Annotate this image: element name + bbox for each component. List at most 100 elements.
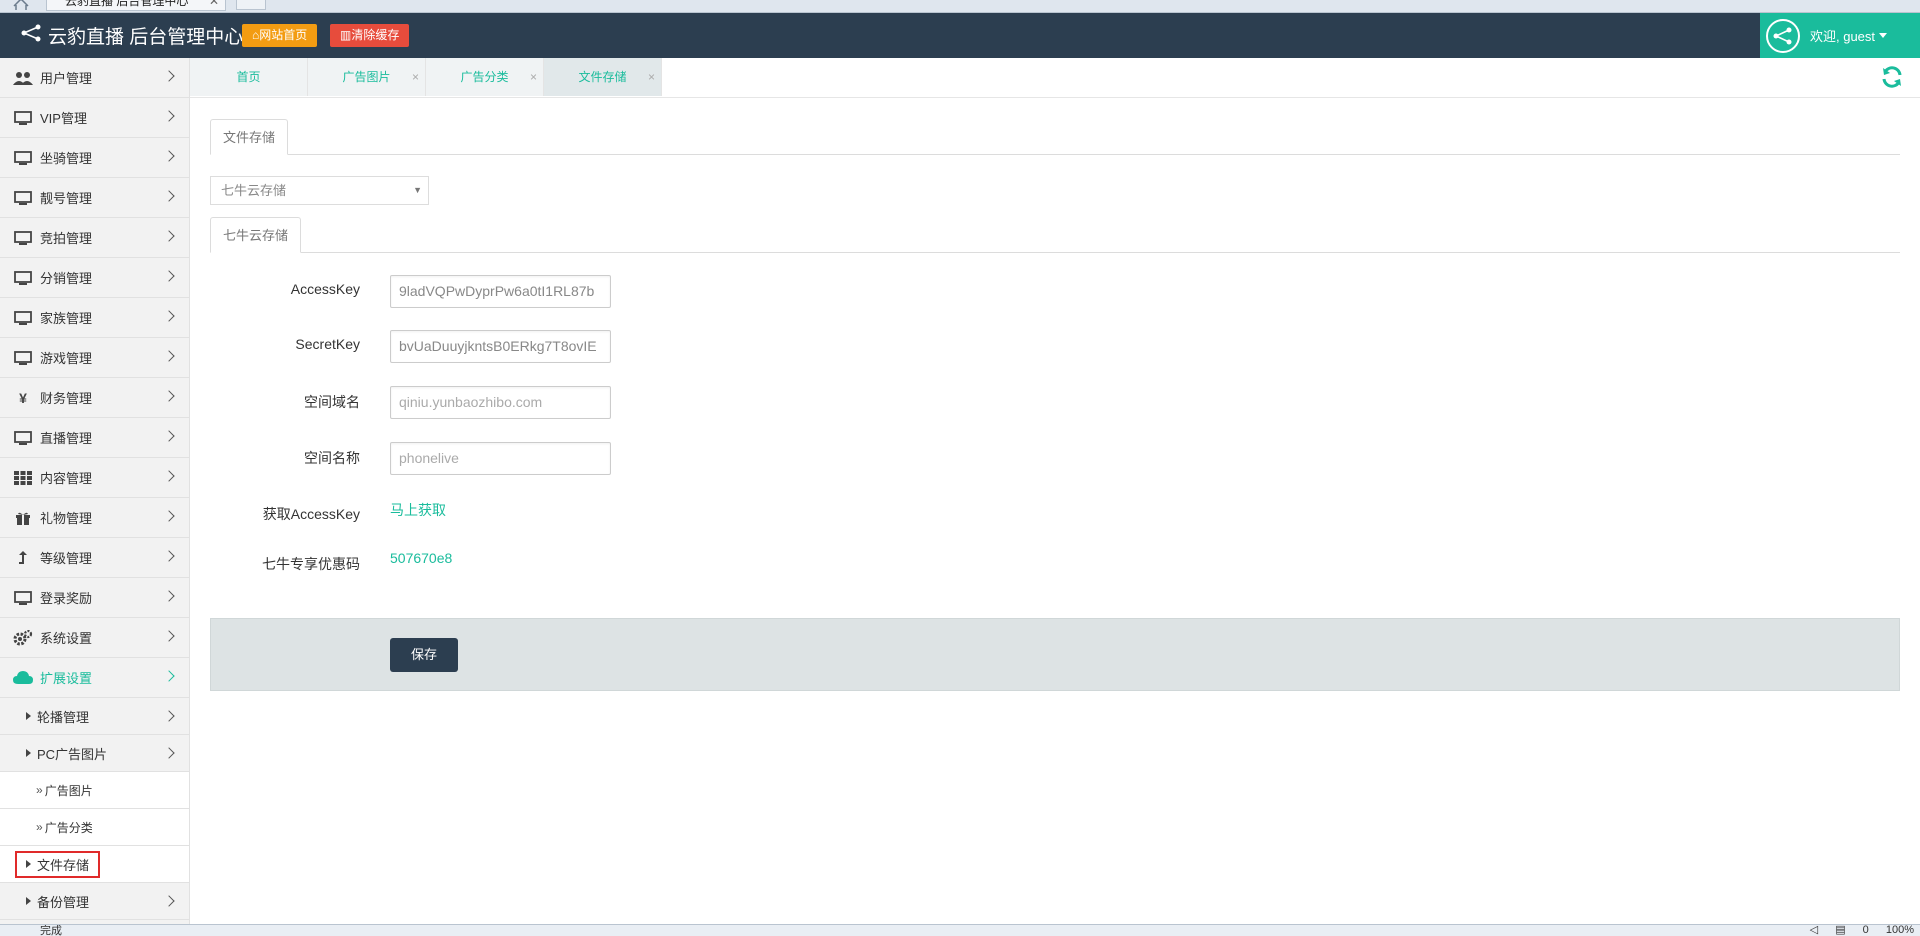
sidebar-item-extensions[interactable]: 扩展设置 [0, 658, 189, 698]
tab-label: 七牛云存储 [223, 228, 289, 243]
tab-label: 首页 [236, 70, 261, 84]
outer-tab-strip: 文件存储 [210, 118, 1900, 155]
sidebar-item-label: 礼物管理 [40, 511, 93, 526]
tab-file-storage[interactable]: 文件存储 × [544, 58, 662, 96]
caret-down-icon: ▼ [413, 185, 422, 195]
sidebar-item-levels[interactable]: 等级管理 [0, 538, 189, 578]
sidebar-subitem-pc-ads[interactable]: PC广告图片 [0, 735, 189, 772]
save-button[interactable]: 保存 [390, 638, 458, 672]
zoom-level[interactable]: 100% [1886, 925, 1914, 936]
double-chevron-icon: » [36, 783, 43, 797]
brand-title: 云豹直播 后台管理中心 [48, 27, 244, 48]
sidebar-item-system[interactable]: 系统设置 [0, 618, 189, 658]
close-icon[interactable]: × [412, 58, 419, 96]
sidebar-subitem-label: 备份管理 [37, 894, 90, 910]
sidebar-item-label: 系统设置 [40, 631, 93, 646]
monitor-icon [12, 190, 34, 205]
monitor-icon [12, 270, 34, 285]
sidebar-subitem-file-storage[interactable]: 文件存储 [0, 846, 189, 883]
sidebar-item-content[interactable]: 内容管理 [0, 458, 189, 498]
status-right: ◁ ▤ 0 100% [1796, 925, 1914, 936]
tab-file-storage-panel[interactable]: 文件存储 [210, 119, 289, 155]
highlight-box [15, 851, 100, 878]
chevron-right-icon [163, 590, 175, 602]
welcome-text: 欢迎, guest [1810, 29, 1876, 44]
tab-qiniu[interactable]: 七牛云存储 [210, 217, 302, 253]
tab-ad-images[interactable]: 广告图片 × [308, 58, 426, 96]
close-icon[interactable]: × [530, 58, 537, 96]
tab-label: 文件存储 [223, 130, 276, 145]
monitor-icon [12, 350, 34, 365]
sidebar-subitem-label: 广告分类 [44, 820, 93, 835]
access-key-input[interactable]: 9ladVQPwDyprPw6a0tI1RL87b [390, 275, 611, 308]
browser-tab[interactable]: 云豹直播 后台管理中心 ✕ [46, 0, 226, 11]
home-icon[interactable] [12, 0, 30, 10]
tab-home[interactable]: 首页 [190, 58, 308, 96]
sidebar-item-games[interactable]: 游戏管理 [0, 338, 189, 378]
sidebar-item-distribution[interactable]: 分销管理 [0, 258, 189, 298]
sidebar-item-users[interactable]: 用户管理 [0, 58, 189, 98]
chevron-right-icon [163, 390, 175, 402]
chevron-right-icon [163, 630, 175, 642]
printer-icon[interactable]: ▤ [1835, 925, 1845, 936]
chevron-right-icon [163, 430, 175, 442]
promo-label: 七牛专享优惠码 [262, 556, 360, 572]
sidebar-item-pretty-number[interactable]: 靓号管理 [0, 178, 189, 218]
chevron-right-icon [163, 710, 175, 722]
bucket-input[interactable]: phonelive [390, 442, 611, 475]
chevron-right-icon [163, 150, 175, 162]
sidebar-subitem-ad-categories[interactable]: » 广告分类 [0, 809, 189, 846]
users-icon [12, 71, 34, 85]
chevron-right-icon [163, 895, 175, 907]
sidebar-subitem-label: PC广告图片 [37, 746, 108, 762]
sidebar-subitem-label: 轮播管理 [37, 709, 90, 725]
sidebar-item-vip[interactable]: VIP管理 [0, 98, 189, 138]
sidebar-item-gifts[interactable]: 礼物管理 [0, 498, 189, 538]
cloud-icon [12, 671, 34, 684]
get-key-link[interactable]: 马上获取 [390, 500, 446, 520]
monitor-icon [12, 230, 34, 245]
sidebar-item-finance[interactable]: ¥ 财务管理 [0, 378, 189, 418]
chevron-right-icon [163, 747, 175, 759]
sidebar-item-family[interactable]: 家族管理 [0, 298, 189, 338]
tab-label: 广告分类 [460, 70, 509, 84]
sidebar-item-label: 登录奖励 [40, 591, 93, 606]
sidebar: 用户管理 VIP管理 坐骑管理 靓号管理 竞拍管理 分销管理 家族管理 游戏管理… [0, 58, 190, 924]
sidebar-item-mounts[interactable]: 坐骑管理 [0, 138, 189, 178]
chevron-right-icon [163, 190, 175, 202]
sidebar-subitem-backup[interactable]: 备份管理 [0, 883, 189, 920]
refresh-icon[interactable] [1880, 65, 1904, 92]
sidebar-subitem-carousel[interactable]: 轮播管理 [0, 698, 189, 735]
new-tab-button[interactable] [236, 0, 266, 10]
sidebar-subitem-label: 广告图片 [44, 783, 93, 798]
speaker-icon[interactable]: ◁ [1810, 925, 1818, 936]
sidebar-subitem-ad-images[interactable]: » 广告图片 [0, 772, 189, 809]
domain-input[interactable]: qiniu.yunbaozhibo.com [390, 386, 611, 419]
brand[interactable]: 云豹直播 后台管理中心 [20, 13, 243, 58]
chevron-right-icon [163, 350, 175, 362]
chevron-right-icon [163, 270, 175, 282]
user-menu[interactable]: 欢迎, guest [1760, 13, 1920, 58]
browser-tab-title: 云豹直播 后台管理中心 [65, 0, 189, 8]
sidebar-item-live[interactable]: 直播管理 [0, 418, 189, 458]
sidebar-item-label: VIP管理 [40, 111, 87, 126]
monitor-icon [12, 310, 34, 325]
chevron-right-icon [163, 310, 175, 322]
secret-key-input[interactable]: bvUaDuuyjkntsB0ERkg7T8ovIE [390, 330, 611, 363]
browser-tab-strip: 云豹直播 后台管理中心 ✕ [0, 0, 1920, 13]
chevron-right-icon [163, 510, 175, 522]
tab-label: 广告图片 [342, 70, 391, 84]
level-up-icon [12, 550, 34, 565]
sidebar-item-login-reward[interactable]: 登录奖励 [0, 578, 189, 618]
gears-icon [12, 629, 34, 646]
storage-type-select[interactable]: 七牛云存储 ▼ [210, 176, 429, 205]
sidebar-item-auction[interactable]: 竞拍管理 [0, 218, 189, 258]
site-home-button[interactable]: ⌂网站首页 [242, 24, 318, 47]
clear-cache-button[interactable]: ▥清除缓存 [330, 24, 410, 47]
close-icon[interactable]: ✕ [209, 0, 219, 9]
sidebar-item-label: 内容管理 [40, 471, 93, 486]
tab-ad-categories[interactable]: 广告分类 × [426, 58, 544, 96]
sidebar-item-label: 扩展设置 [40, 671, 93, 686]
close-icon[interactable]: × [648, 58, 655, 96]
bucket-label: 空间名称 [304, 450, 360, 466]
